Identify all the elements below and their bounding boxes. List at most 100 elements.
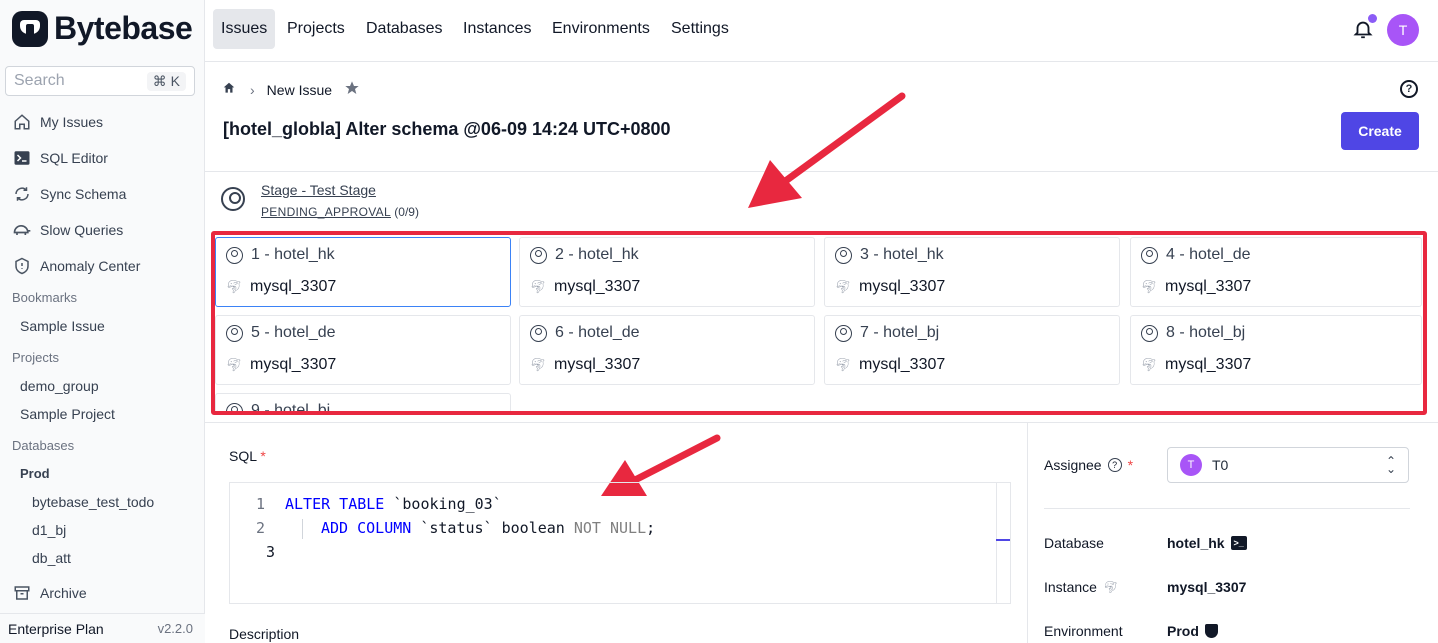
sidebar-item-label: SQL Editor	[40, 150, 108, 166]
database-label: Database	[1044, 535, 1104, 551]
divider	[1044, 508, 1410, 509]
chevron-right-icon: ›	[250, 81, 255, 98]
home-icon	[12, 112, 32, 132]
highlight-box	[211, 231, 1427, 415]
database-value[interactable]: hotel_hk >_	[1167, 535, 1247, 551]
required-mark: *	[1127, 457, 1134, 473]
sql-text: `booking_03`	[384, 495, 502, 513]
tab-databases[interactable]: Databases	[358, 9, 451, 49]
sync-icon	[12, 184, 32, 204]
project-item[interactable]: Sample Project	[20, 406, 115, 422]
star-icon[interactable]	[344, 80, 360, 99]
sidebar-item-sync-schema[interactable]: Sync Schema	[12, 182, 126, 206]
brand-name: Bytebase	[54, 10, 193, 46]
divider	[1027, 422, 1028, 643]
instance-value[interactable]: mysql_3307	[1167, 579, 1246, 595]
bytebase-logo-icon	[12, 10, 48, 47]
line-number: 2	[256, 519, 266, 537]
archive-icon	[12, 583, 32, 603]
code-line: ALTER TABLE `booking_03`	[285, 495, 502, 513]
code-line: ADD COLUMN `status` boolean NOT NULL;	[321, 519, 655, 537]
projects-heading: Projects	[12, 350, 59, 365]
top-navigation: Issues Projects Databases Instances Envi…	[205, 0, 1438, 62]
sql-keyword: NOT NULL	[573, 519, 647, 537]
stage-status: PENDING_APPROVAL (0/9)	[261, 205, 419, 219]
sidebar-item-label: Anomaly Center	[40, 258, 141, 274]
stage-name[interactable]: Stage - Test Stage	[261, 182, 376, 198]
logo[interactable]: Bytebase	[12, 10, 193, 47]
sql-text: ;	[646, 519, 656, 537]
sidebar-item-archive[interactable]: Archive	[12, 581, 87, 605]
sql-editor[interactable]: 1 2 3 ALTER TABLE `booking_03` ADD COLUM…	[229, 482, 1011, 604]
line-number: 1	[256, 495, 266, 513]
help-icon[interactable]: ?	[1400, 80, 1418, 98]
line-number: 3	[266, 543, 276, 561]
sql-keyword: ADD COLUMN	[321, 519, 412, 537]
shield-icon	[1204, 624, 1218, 638]
breadcrumb: › New Issue	[222, 80, 360, 99]
sql-text: `status` boolean	[411, 519, 574, 537]
assignee-label-text: Assignee	[1044, 457, 1102, 473]
help-icon[interactable]: ?	[1107, 458, 1122, 472]
stage-progress: (0/9)	[394, 205, 419, 219]
chevron-up-down-icon: ⌃ ⌄	[1385, 454, 1396, 476]
editor-cursor-marker	[996, 539, 1010, 541]
breadcrumb-current: New Issue	[266, 81, 333, 98]
database-item[interactable]: db_att	[32, 550, 71, 566]
notification-dot	[1368, 14, 1377, 23]
avatar: T	[1180, 454, 1202, 476]
sql-label: SQL *	[229, 448, 266, 464]
database-item[interactable]: bytebase_test_todo	[32, 494, 154, 510]
sidebar-item-sql-editor[interactable]: SQL Editor	[12, 146, 108, 170]
plan-footer: Enterprise Plan v2.2.0	[0, 613, 205, 643]
terminal-icon	[12, 148, 32, 168]
database-name[interactable]: hotel_hk	[1167, 535, 1225, 551]
arrow-annotation	[748, 92, 906, 208]
environment-name[interactable]: Prod	[1167, 623, 1199, 639]
sidebar-item-anomaly-center[interactable]: Anomaly Center	[12, 254, 140, 278]
database-item[interactable]: d1_bj	[32, 522, 66, 538]
plan-label[interactable]: Enterprise Plan	[8, 621, 104, 637]
sidebar-item-label: My Issues	[40, 114, 104, 130]
assignee-value: T0	[1212, 457, 1229, 473]
indent-guide	[302, 519, 303, 539]
stage-status-text: PENDING_APPROVAL	[261, 205, 391, 219]
mysql-icon: 🐬︎	[1102, 580, 1119, 594]
sidebar-item-slow-queries[interactable]: Slow Queries	[12, 218, 123, 242]
tab-issues[interactable]: Issues	[213, 9, 276, 49]
sidebar: Bytebase Search ⌘ K My Issues SQL Editor…	[0, 0, 205, 643]
sidebar-item-label: Slow Queries	[40, 222, 124, 238]
assignee-select[interactable]: T T0 ⌃ ⌄	[1167, 447, 1409, 483]
terminal-icon[interactable]: >_	[1230, 536, 1247, 550]
shield-icon	[12, 256, 32, 276]
search-placeholder: Search	[14, 72, 65, 89]
sidebar-item-my-issues[interactable]: My Issues	[12, 110, 103, 134]
tab-environments[interactable]: Environments	[544, 9, 658, 49]
turtle-icon	[12, 220, 32, 240]
instance-label-text: Instance	[1044, 579, 1097, 595]
create-button[interactable]: Create	[1341, 112, 1419, 150]
sidebar-item-label: Sync Schema	[40, 186, 127, 202]
assignee-label: Assignee ? *	[1044, 457, 1133, 473]
project-item[interactable]: demo_group	[20, 378, 99, 394]
sql-keyword: ALTER TABLE	[285, 495, 385, 513]
bookmark-item[interactable]: Sample Issue	[20, 318, 105, 334]
environment-value[interactable]: Prod	[1167, 623, 1218, 639]
description-label: Description	[229, 626, 300, 642]
sidebar-item-label: Archive	[40, 585, 87, 601]
databases-heading: Databases	[12, 438, 75, 453]
version-label: v2.2.0	[157, 621, 193, 636]
search-input[interactable]: Search ⌘ K	[5, 66, 195, 96]
tab-settings[interactable]: Settings	[663, 9, 737, 49]
home-icon[interactable]	[222, 81, 236, 98]
bookmarks-heading: Bookmarks	[12, 290, 78, 305]
avatar[interactable]: T	[1387, 14, 1419, 46]
tab-instances[interactable]: Instances	[455, 9, 539, 49]
instance-label: Instance 🐬︎	[1044, 579, 1118, 595]
search-shortcut: ⌘ K	[146, 71, 186, 91]
environment-label: Environment	[1044, 623, 1123, 639]
page-title[interactable]: [hotel_globla] Alter schema @06-09 14:24…	[223, 119, 671, 140]
tab-projects[interactable]: Projects	[279, 9, 353, 49]
environment-group[interactable]: Prod	[20, 466, 50, 481]
editor-scrollbar[interactable]	[996, 483, 997, 603]
